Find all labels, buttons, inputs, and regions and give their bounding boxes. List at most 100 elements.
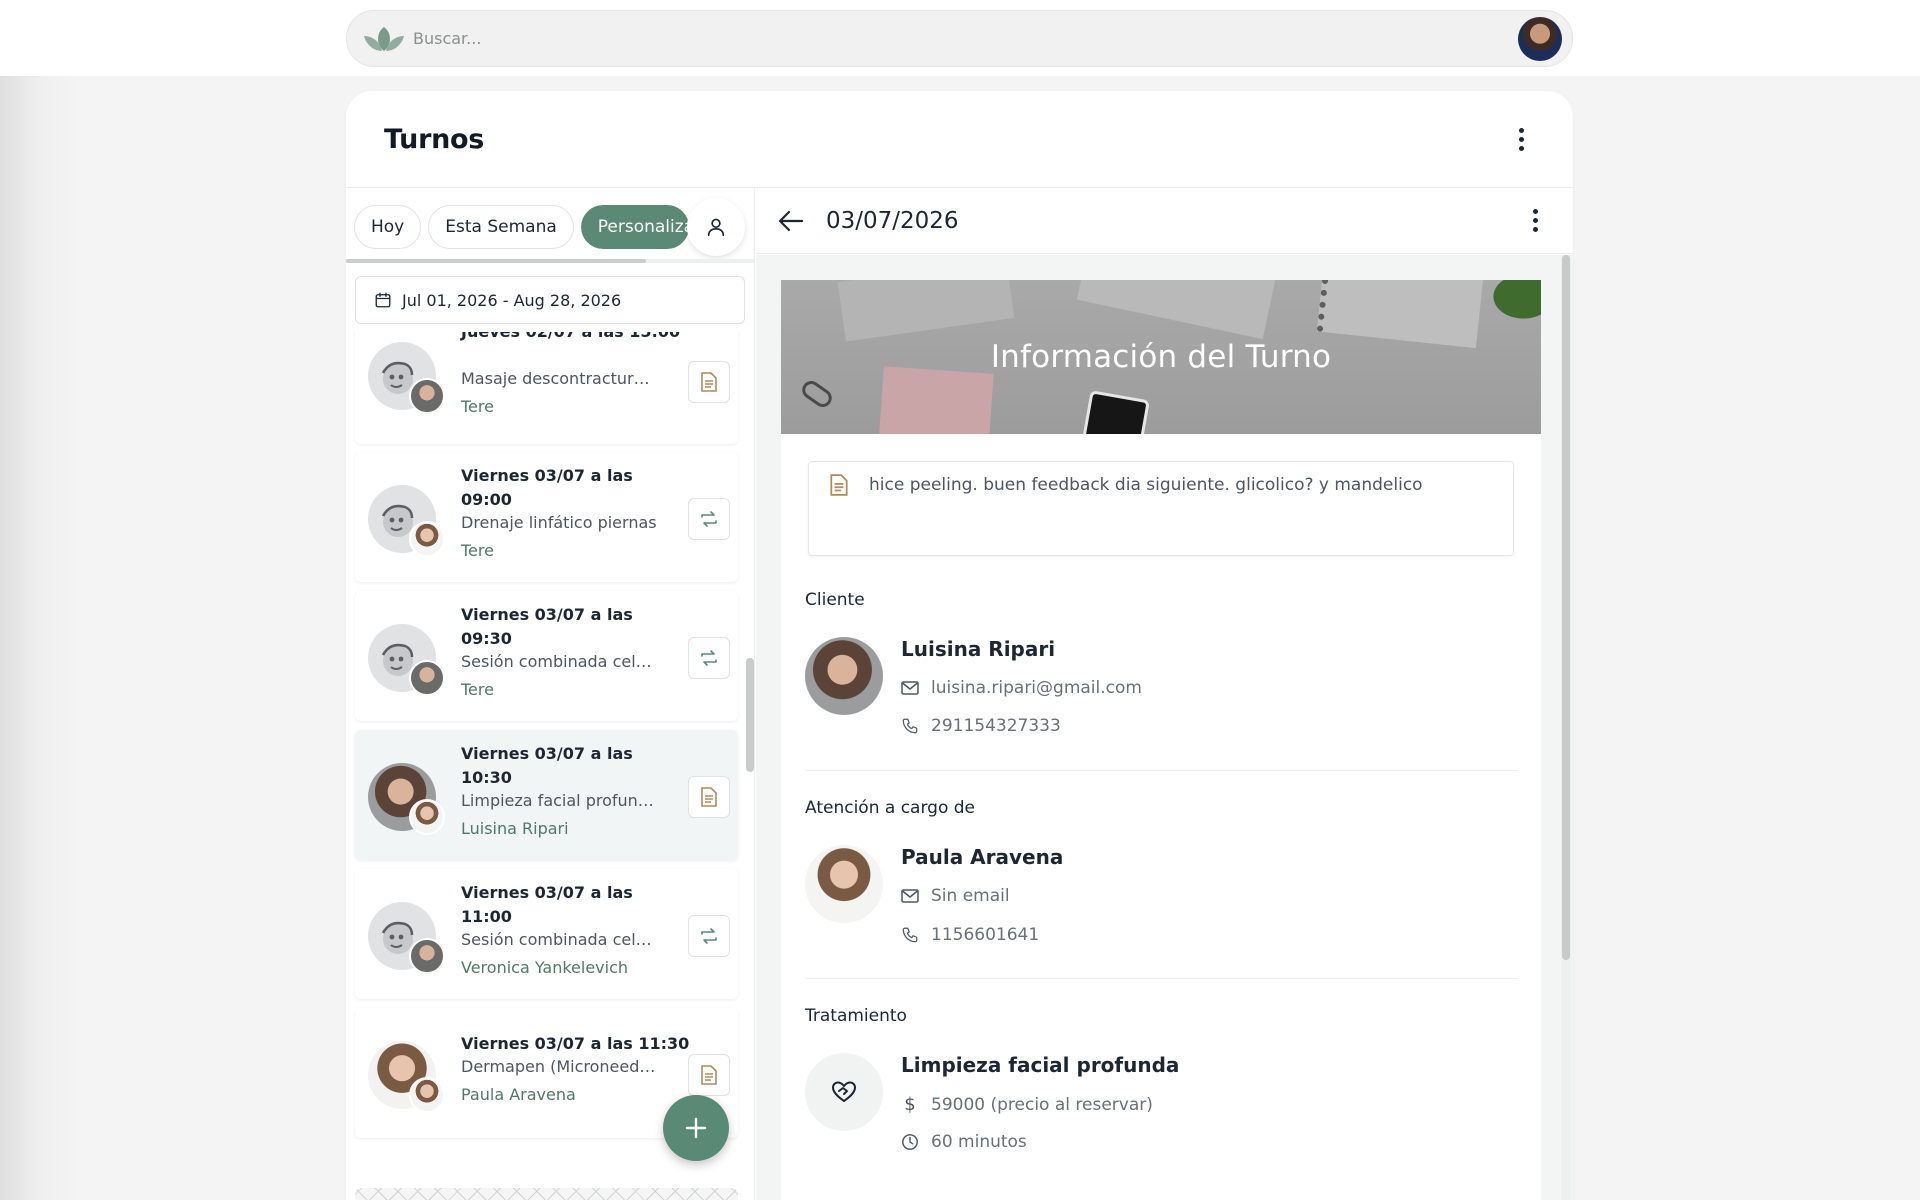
appointment-card-selected[interactable]: Viernes 03/07 a las 10:30 Limpieza facia… (355, 730, 738, 860)
banner-title: Información del Turno (990, 339, 1332, 375)
phone-icon (902, 718, 918, 734)
detail-more-options-icon[interactable] (1523, 206, 1547, 236)
more-options-icon[interactable] (1509, 124, 1533, 154)
detail-header: 03/07/2026 (756, 188, 1573, 254)
tab-today[interactable]: Hoy (354, 205, 422, 249)
repeat-button[interactable] (688, 915, 730, 957)
appointment-service: Drenaje linfático piernas (461, 513, 657, 532)
note-text: hice peeling. buen feedback dia siguient… (869, 475, 1423, 495)
notes-button[interactable] (688, 776, 730, 818)
treatment-name: Limpieza facial profunda (901, 1053, 1180, 1077)
detail-scrollbar[interactable] (1561, 255, 1571, 1200)
mail-icon (901, 889, 919, 903)
appointment-service: Masaje descontracturante (461, 369, 657, 388)
user-avatar[interactable] (1518, 16, 1562, 61)
appointment-title: Viernes 03/07 a las 10:30 (461, 744, 633, 787)
page-title: Turnos (384, 123, 485, 155)
treatment-duration: 60 minutos (931, 1132, 1027, 1152)
appointment-client: Veronica Yankelevich (461, 958, 629, 977)
appointment-title: Viernes 03/07 a las 09:30 (461, 605, 633, 648)
add-appointment-button[interactable] (663, 1095, 729, 1161)
leaf-logo-icon (361, 24, 407, 54)
appointment-title: Viernes 03/07 a las 09:00 (461, 466, 633, 509)
tab-custom[interactable]: Personalizado (580, 205, 689, 249)
staff-avatar (409, 799, 445, 835)
repeat-button[interactable] (688, 498, 730, 540)
clock-icon (902, 1134, 918, 1150)
appointment-card[interactable]: Jueves 02/07 a las 15:00 Masaje descontr… (355, 332, 738, 444)
treatment-price-row: $ 59000 (precio al reservar) (901, 1094, 1153, 1115)
repeat-icon (701, 928, 717, 944)
plus-icon (685, 1117, 707, 1139)
notes-button[interactable] (688, 361, 730, 403)
client-email: luisina.ripari@gmail.com (931, 678, 1142, 698)
date-range-value: Jul 01, 2026 - Aug 28, 2026 (402, 290, 622, 310)
appointment-client: Luisina Ripari (461, 819, 569, 838)
blocked-time-card[interactable] (355, 1188, 738, 1200)
back-arrow-icon[interactable] (778, 210, 804, 232)
card-header: Turnos (346, 91, 1573, 188)
staff-avatar (409, 378, 445, 414)
client-avatar (805, 637, 883, 715)
notes-button[interactable] (688, 1054, 730, 1096)
phone-icon (902, 927, 918, 943)
appointment-note[interactable]: hice peeling. buen feedback dia siguient… (808, 461, 1514, 556)
calendar-icon (375, 292, 391, 308)
staff-avatar (409, 521, 445, 557)
staff-phone-row[interactable]: 1156601641 (901, 925, 1039, 945)
client-section-label: Cliente (805, 590, 865, 610)
appointment-title: Jueves 02/07 a las 15:00 (461, 332, 681, 344)
appointment-service: Sesión combinada celulitis (461, 930, 657, 949)
staff-avatar (409, 938, 445, 974)
appointment-service: Limpieza facial profunda (461, 791, 657, 810)
treatment-info: Limpieza facial profunda $ 59000 (precio… (805, 1053, 1517, 1163)
repeat-button[interactable] (688, 637, 730, 679)
list-scrollbar[interactable] (746, 658, 754, 772)
repeat-icon (701, 511, 717, 527)
appointment-service: Dermapen (Microneedling) (461, 1057, 657, 1076)
appointment-card[interactable]: Viernes 03/07 a las 09:30 Sesión combina… (355, 591, 738, 721)
detail-date: 03/07/2026 (826, 207, 959, 234)
tab-this-week[interactable]: Esta Semana (428, 205, 574, 249)
staff-email: Sin email (931, 886, 1010, 906)
appointments-list-panel: Hoy Esta Semana Personalizado Jul 01, 20… (346, 188, 755, 1200)
info-banner: Información del Turno (781, 280, 1541, 434)
appointment-card[interactable]: Viernes 03/07 a las 11:00 Sesión combina… (355, 869, 738, 999)
divider (805, 770, 1517, 771)
staff-email-row: Sin email (901, 886, 1010, 906)
heart-hand-icon (832, 1081, 856, 1102)
detail-body: Información del Turno hice peeling. buen… (756, 255, 1573, 1200)
client-name: Luisina Ripari (901, 637, 1056, 661)
client-info: Luisina Ripari luisina.ripari@gmail.com … (805, 637, 1517, 747)
person-icon (707, 218, 725, 237)
appointment-client: Tere (461, 541, 494, 560)
treatment-icon-wrap (805, 1053, 883, 1131)
tabs-scrollbar[interactable] (346, 259, 754, 263)
document-icon (701, 1065, 717, 1085)
document-icon (701, 372, 717, 392)
appointment-card[interactable]: Viernes 03/07 a las 09:00 Drenaje linfát… (355, 452, 738, 582)
staff-avatar (409, 1077, 445, 1113)
document-icon (701, 787, 717, 807)
staff-section-label: Atención a cargo de (805, 798, 975, 818)
appointment-info-card: Información del Turno hice peeling. buen… (781, 280, 1541, 1200)
client-email-row[interactable]: luisina.ripari@gmail.com (901, 678, 1142, 698)
treatment-price: 59000 (precio al reservar) (931, 1094, 1153, 1115)
appointment-title: Viernes 03/07 a las 11:00 (461, 883, 633, 926)
filter-by-person-button[interactable] (687, 198, 745, 256)
mail-icon (901, 681, 919, 695)
date-range-picker[interactable]: Jul 01, 2026 - Aug 28, 2026 (355, 276, 745, 324)
dollar-icon: $ (904, 1094, 916, 1115)
search-input[interactable] (413, 29, 1518, 48)
search-bar[interactable] (346, 10, 1573, 67)
client-phone-row[interactable]: 291154327333 (901, 716, 1061, 736)
appointment-title: Viernes 03/07 a las 11:30 (461, 1034, 690, 1053)
client-phone: 291154327333 (931, 716, 1061, 736)
staff-name: Paula Aravena (901, 845, 1064, 869)
appointments-card: Turnos Hoy Esta Semana Personalizado Jul… (346, 91, 1573, 1200)
appointment-client: Tere (461, 397, 494, 416)
appointment-client: Tere (461, 680, 494, 699)
appointments-list: Jueves 02/07 a las 15:00 Masaje descontr… (346, 332, 754, 1200)
appointment-client: Paula Aravena (461, 1085, 576, 1104)
appointment-detail-panel: 03/07/2026 Información del Turno hice pe… (756, 188, 1573, 1200)
